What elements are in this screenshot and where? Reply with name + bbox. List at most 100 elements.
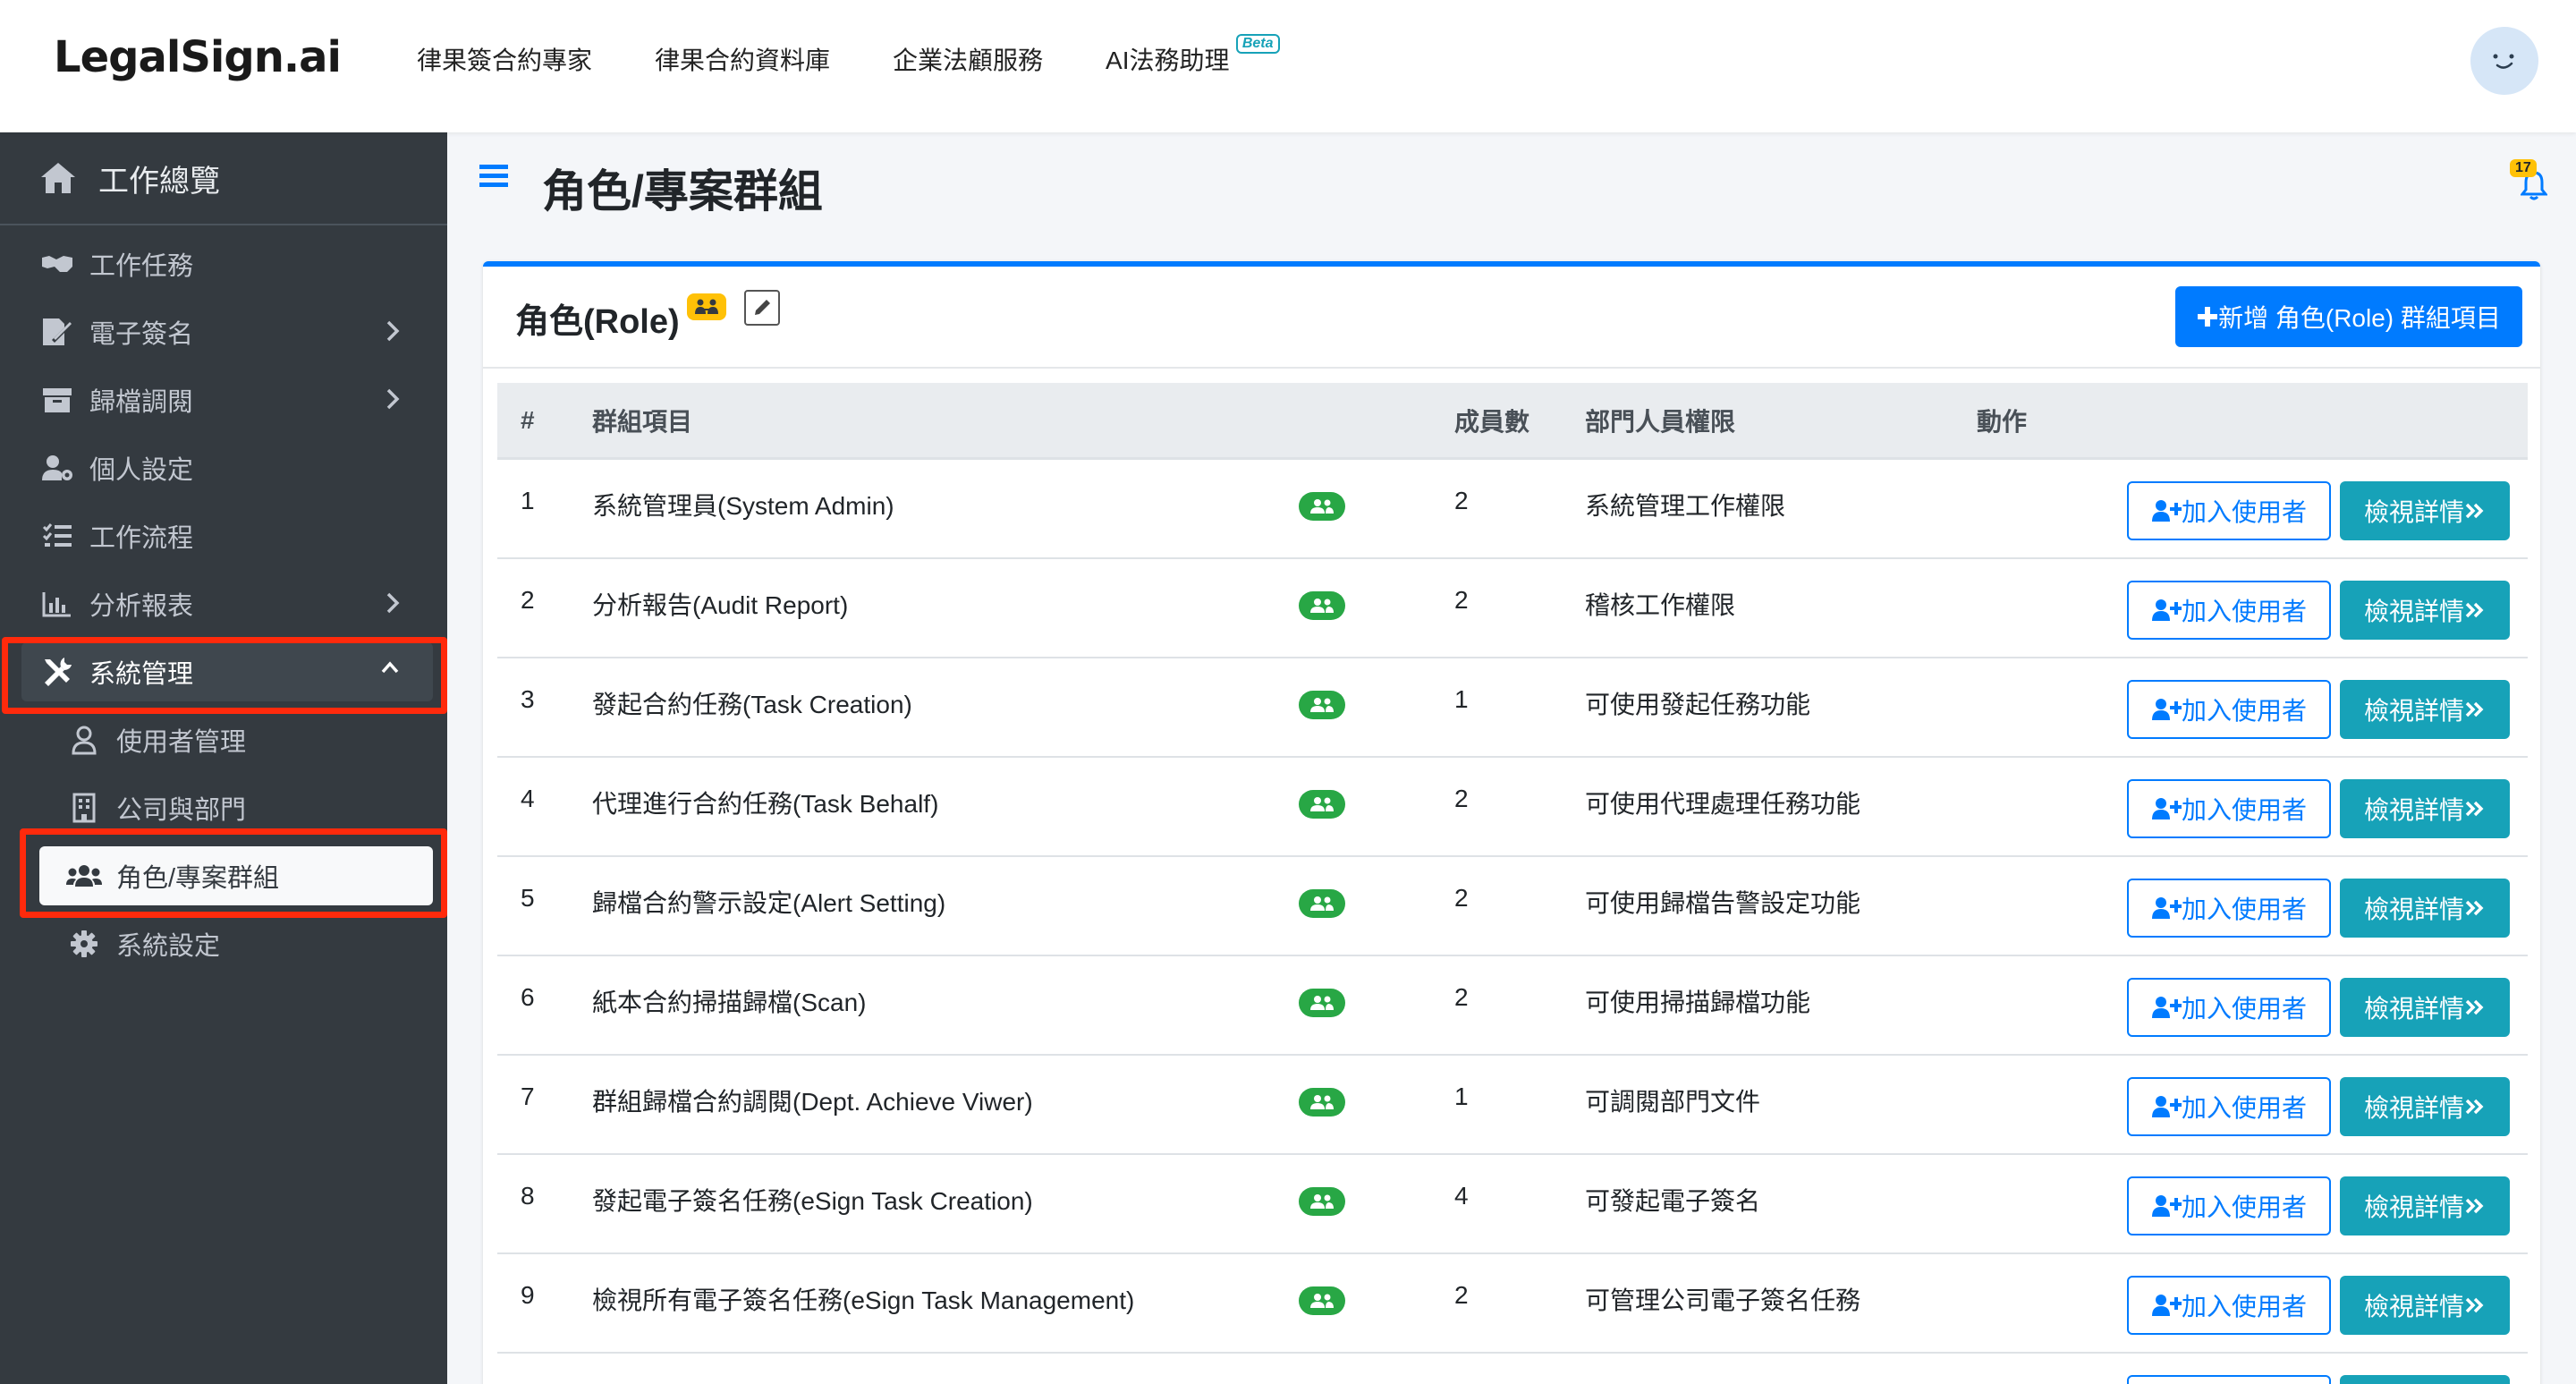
add-role-group-label: 新增 角色(Role) 群組項目 [2218,304,2501,332]
sidebar-subitem-system-settings[interactable]: 系統設定 [39,914,433,973]
add-user-button[interactable]: 加入使用者 [2127,481,2331,540]
row-group-name: 系統管理員(System Admin) [592,492,894,520]
add-user-button[interactable]: 加入使用者 [2127,1375,2331,1384]
add-user-button[interactable]: 加入使用者 [2127,1176,2331,1235]
group-members-icon[interactable] [1299,1187,1345,1216]
angle-double-right-icon [2465,1297,2484,1313]
group-members-icon[interactable] [1299,691,1345,719]
view-details-button[interactable]: 檢視詳情 [2340,1276,2510,1335]
chevron-right-icon [386,388,400,410]
row-member-count: 2 [1454,983,1469,1011]
view-details-label: 檢視詳情 [2363,995,2464,1023]
view-details-label: 檢視詳情 [2363,1293,2464,1320]
sidebar-item-tasks[interactable]: 工作任務 [21,234,433,293]
view-details-button[interactable]: 檢視詳情 [2340,1077,2510,1136]
header-permission: 部門人員權限 [1585,407,1736,436]
view-details-button[interactable]: 檢視詳情 [2340,481,2510,540]
row-permission: 可發起電子簽名 [1585,1187,1761,1215]
add-user-button[interactable]: 加入使用者 [2127,1077,2331,1136]
row-permission: 可調閱部門文件 [1585,1088,1761,1116]
row-member-count: 2 [1454,586,1469,614]
view-details-button[interactable]: 檢視詳情 [2340,1176,2510,1235]
sidebar-item-esign[interactable]: 電子簽名 [21,302,433,361]
sidebar-item-label: 工作流程 [89,524,194,553]
row-group-name: 代理進行合約任務(Task Behalf) [592,790,939,818]
header-group-item: 群組項目 [592,407,693,436]
add-user-button[interactable]: 加入使用者 [2127,581,2331,640]
row-number: 2 [521,586,535,614]
sidebar-item-workflow[interactable]: 工作流程 [21,506,433,565]
top-nav-contract-expert[interactable]: 律果簽合約專家 [417,41,592,77]
card-title: 角色(Role) [515,303,680,341]
add-user-button[interactable]: 加入使用者 [2127,879,2331,938]
group-members-icon[interactable] [1299,492,1345,521]
group-members-icon[interactable] [1299,889,1345,918]
sidebar-subitem-role-groups[interactable]: 角色/專案群組 [39,846,433,905]
group-members-icon[interactable] [1299,989,1345,1017]
view-details-button[interactable]: 檢視詳情 [2340,581,2510,640]
top-nav-legal-service[interactable]: 企業法顧服務 [893,41,1043,77]
view-details-button[interactable]: 檢視詳情 [2340,978,2510,1037]
view-details-label: 檢視詳情 [2363,896,2464,923]
sidebar-subitem-users[interactable]: 使用者管理 [39,710,433,769]
app-logo[interactable]: LegalSign.ai [54,32,342,82]
row-number: 10 [521,1380,548,1384]
table-row: 7 群組歸檔合約調閱(Dept. Achieve Viwer) 1 可調閱部門文… [497,1056,2528,1155]
sidebar-item-label: 歸檔調閱 [89,388,194,417]
row-permission: 可管理公司印章與簽名 [1585,1380,1835,1384]
view-details-label: 檢視詳情 [2363,598,2464,625]
header-member-count: 成員數 [1454,407,1530,436]
add-role-group-button[interactable]: 新增 角色(Role) 群組項目 [2175,286,2522,347]
sidebar-item-label: 工作任務 [89,252,194,281]
sidebar-subitem-label: 公司與部門 [116,796,247,825]
group-members-icon[interactable] [1299,1286,1345,1315]
group-members-icon[interactable] [1299,591,1345,620]
group-members-icon[interactable] [1299,790,1345,819]
table-row: 8 發起電子簽名任務(eSign Task Creation) 4 可發起電子簽… [497,1155,2528,1254]
beta-badge: Beta [1235,34,1280,54]
user-plus-icon [2151,1096,2182,1117]
add-user-button[interactable]: 加入使用者 [2127,978,2331,1037]
add-user-label: 加入使用者 [2181,598,2307,625]
sidebar-item-personal-settings[interactable]: 個人設定 [21,438,433,497]
top-nav-contract-database[interactable]: 律果合約資料庫 [655,41,830,77]
angle-double-right-icon [2465,602,2484,618]
sidebar-item-archive[interactable]: 歸檔調閱 [21,370,433,429]
avatar-face-icon [2493,54,2514,69]
edit-title-button[interactable] [744,290,780,326]
sidebar-item-label: 電子簽名 [89,320,194,349]
archive-icon [39,382,75,418]
user-plus-icon [2151,997,2182,1018]
menu-toggle-icon[interactable] [479,163,508,194]
top-nav-ai-assistant-label[interactable]: AI法務助理 [1106,47,1229,74]
view-details-button[interactable]: 檢視詳情 [2340,779,2510,838]
group-members-icon[interactable] [1299,1088,1345,1117]
angle-double-right-icon [2465,701,2484,717]
users-icon [66,858,102,894]
angle-double-right-icon [2465,900,2484,916]
card-header: 角色(Role) 新增 角色(Role) 群組項目 [483,267,2540,369]
view-details-button[interactable]: 檢視詳情 [2340,879,2510,938]
table-row: 10 管理公司電子簽名印章(eSign Stamp Management) 1 … [497,1354,2528,1384]
add-user-button[interactable]: 加入使用者 [2127,779,2331,838]
top-nav-ai-assistant[interactable]: AI法務助理 Beta [1106,34,1280,77]
add-user-button[interactable]: 加入使用者 [2127,1276,2331,1335]
angle-double-right-icon [2465,999,2484,1015]
sidebar-item-system-admin[interactable]: 系統管理 [21,642,433,701]
chart-icon [39,586,75,622]
signature-icon [39,314,75,350]
sidebar-dashboard-link[interactable]: 工作總覽 [0,132,447,225]
role-badge-icon [687,293,726,320]
user-icon [66,722,102,758]
view-details-button[interactable]: 檢視詳情 [2340,1375,2510,1384]
sidebar-item-reports[interactable]: 分析報表 [21,574,433,633]
table-row: 2 分析報告(Audit Report) 2 稽核工作權限 加入使用者 檢視詳情 [497,559,2528,658]
view-details-button[interactable]: 檢視詳情 [2340,680,2510,739]
table-row: 6 紙本合約掃描歸檔(Scan) 2 可使用掃描歸檔功能 加入使用者 檢視詳情 [497,956,2528,1056]
row-number: 3 [521,685,535,713]
add-user-button[interactable]: 加入使用者 [2127,680,2331,739]
sidebar-subitem-company-departments[interactable]: 公司與部門 [39,778,433,837]
user-avatar[interactable] [2470,27,2538,95]
row-permission: 可使用歸檔告警設定功能 [1585,889,1861,917]
add-user-label: 加入使用者 [2181,697,2307,725]
